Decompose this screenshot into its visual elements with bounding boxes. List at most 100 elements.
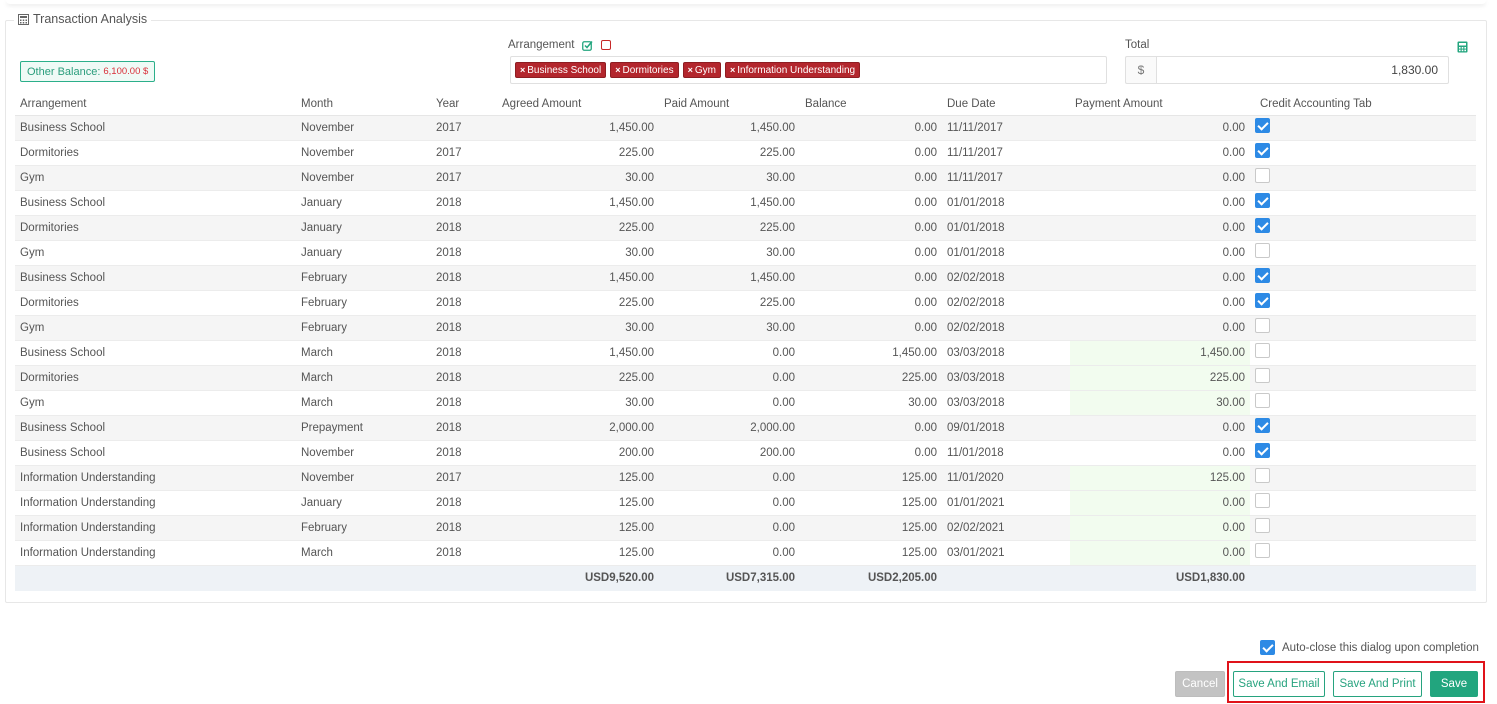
credit-accounting-checkbox[interactable] xyxy=(1255,243,1270,258)
col-month[interactable]: Month xyxy=(296,90,431,116)
cell-credit-accounting-tab xyxy=(1250,365,1476,391)
table-row: Dormitories November 2017 225.00 225.00 0.00 1… xyxy=(15,140,1476,166)
remove-tag-icon[interactable]: × xyxy=(520,65,525,75)
cell-due-date: 02/02/2018 xyxy=(942,265,1070,291)
col-paid-amount[interactable]: Paid Amount xyxy=(659,90,800,116)
cell-payment-amount[interactable]: 1,450.00 xyxy=(1070,340,1250,366)
cell-month: March xyxy=(296,365,431,391)
cell-agreed-amount: 225.00 xyxy=(497,290,659,316)
cell-paid-amount: 225.00 xyxy=(659,290,800,316)
save-and-print-button[interactable]: Save And Print xyxy=(1333,671,1422,697)
cell-payment-amount[interactable]: 30.00 xyxy=(1070,390,1250,416)
col-arrangement[interactable]: Arrangement xyxy=(15,90,296,116)
select-all-icon[interactable] xyxy=(582,40,594,51)
cell-year: 2018 xyxy=(431,290,497,316)
panel-title-text: Transaction Analysis xyxy=(33,12,148,26)
col-balance[interactable]: Balance xyxy=(800,90,942,116)
credit-accounting-checkbox[interactable] xyxy=(1255,318,1270,333)
cell-year: 2018 xyxy=(431,415,497,441)
arrangement-tag[interactable]: × Dormitories xyxy=(610,62,679,78)
cell-payment-amount[interactable]: 0.00 xyxy=(1070,490,1250,516)
cell-payment-amount[interactable]: 125.00 xyxy=(1070,465,1250,491)
credit-accounting-checkbox[interactable] xyxy=(1255,218,1270,233)
cell-arrangement: Gym xyxy=(15,240,296,266)
table-row: Gym February 2018 30.00 30.00 0.00 02/02/2018 0… xyxy=(15,315,1476,341)
arrangement-tag[interactable]: × Gym xyxy=(682,62,721,78)
arrangement-tag[interactable]: × Business School xyxy=(515,62,607,78)
save-and-email-button[interactable]: Save And Email xyxy=(1233,671,1325,697)
cell-balance: 0.00 xyxy=(800,265,942,291)
cell-year: 2018 xyxy=(431,390,497,416)
remove-tag-icon[interactable]: × xyxy=(615,65,620,75)
credit-accounting-checkbox[interactable] xyxy=(1255,493,1270,508)
col-credit-accounting-tab[interactable]: Credit Accounting Tab xyxy=(1250,90,1476,116)
save-button[interactable]: Save xyxy=(1430,671,1478,697)
arrangement-tags-input[interactable]: × Business School × Dormitories × Gym × Informa… xyxy=(510,56,1107,84)
cancel-button[interactable]: Cancel xyxy=(1175,671,1225,697)
remove-tag-icon[interactable]: × xyxy=(688,65,693,75)
deselect-all-icon[interactable] xyxy=(601,40,612,50)
cell-payment-amount: 0.00 xyxy=(1070,140,1250,166)
cell-arrangement: Dormitories xyxy=(15,365,296,391)
arrangement-tag[interactable]: × Information Understanding xyxy=(724,62,861,78)
cell-month: February xyxy=(296,290,431,316)
arrangement-tag-label: Information Understanding xyxy=(737,64,856,76)
credit-accounting-checkbox[interactable] xyxy=(1255,143,1270,158)
total-input[interactable] xyxy=(1156,56,1449,84)
cell-month: Prepayment xyxy=(296,415,431,441)
total-paid-amount: USD7,315.00 xyxy=(659,565,800,591)
cell-month: November xyxy=(296,115,431,141)
cell-balance: 125.00 xyxy=(800,490,942,516)
credit-accounting-checkbox[interactable] xyxy=(1255,193,1270,208)
totals-empty-cell xyxy=(296,565,431,591)
credit-accounting-checkbox[interactable] xyxy=(1255,393,1270,408)
col-agreed-amount[interactable]: Agreed Amount xyxy=(497,90,659,116)
cell-credit-accounting-tab xyxy=(1250,140,1476,166)
cell-balance: 0.00 xyxy=(800,115,942,141)
totals-empty-cell xyxy=(15,565,296,591)
credit-accounting-checkbox[interactable] xyxy=(1255,368,1270,383)
cell-credit-accounting-tab xyxy=(1250,190,1476,216)
cell-payment-amount[interactable]: 0.00 xyxy=(1070,540,1250,566)
cell-paid-amount: 0.00 xyxy=(659,465,800,491)
other-balance-badge: Other Balance: 6,100.00 $ xyxy=(20,61,156,82)
credit-accounting-checkbox[interactable] xyxy=(1255,468,1270,483)
calculator-icon[interactable] xyxy=(1457,41,1468,53)
table-row: Information Understanding March 2018 125.00… xyxy=(15,540,1476,566)
credit-accounting-checkbox[interactable] xyxy=(1255,168,1270,183)
credit-accounting-checkbox[interactable] xyxy=(1255,543,1270,558)
col-year[interactable]: Year xyxy=(431,90,497,116)
cell-arrangement: Business School xyxy=(15,440,296,466)
credit-accounting-checkbox[interactable] xyxy=(1255,268,1270,283)
cell-due-date: 03/03/2018 xyxy=(942,365,1070,391)
col-payment-amount[interactable]: Payment Amount xyxy=(1070,90,1250,116)
cell-credit-accounting-tab xyxy=(1250,315,1476,341)
cell-year: 2018 xyxy=(431,190,497,216)
table-header-row: Arrangement Month Year Agreed Amount Pai… xyxy=(15,90,1476,116)
credit-accounting-checkbox[interactable] xyxy=(1255,518,1270,533)
cell-month: January xyxy=(296,190,431,216)
cell-due-date: 03/01/2021 xyxy=(942,540,1070,566)
cell-arrangement: Gym xyxy=(15,165,296,191)
credit-accounting-checkbox[interactable] xyxy=(1255,443,1270,458)
cell-payment-amount[interactable]: 225.00 xyxy=(1070,365,1250,391)
credit-accounting-checkbox[interactable] xyxy=(1255,118,1270,133)
cell-payment-amount[interactable]: 0.00 xyxy=(1070,515,1250,541)
remove-tag-icon[interactable]: × xyxy=(730,65,735,75)
autoclose-checkbox[interactable] xyxy=(1260,640,1275,655)
totals-empty-cell xyxy=(942,565,1070,591)
cell-year: 2017 xyxy=(431,115,497,141)
cell-month: November xyxy=(296,165,431,191)
cell-month: March xyxy=(296,390,431,416)
table-row: Business School Prepayment 2018 2,000.00 2,0… xyxy=(15,415,1476,441)
cell-balance: 0.00 xyxy=(800,240,942,266)
credit-accounting-checkbox[interactable] xyxy=(1255,293,1270,308)
table-row: Dormitories March 2018 225.00 0.00 225.00 03/0… xyxy=(15,365,1476,391)
col-due-date[interactable]: Due Date xyxy=(942,90,1070,116)
credit-accounting-checkbox[interactable] xyxy=(1255,418,1270,433)
credit-accounting-checkbox[interactable] xyxy=(1255,343,1270,358)
cell-balance: 1,450.00 xyxy=(800,340,942,366)
cell-balance: 125.00 xyxy=(800,540,942,566)
cell-credit-accounting-tab xyxy=(1250,115,1476,141)
cell-credit-accounting-tab xyxy=(1250,265,1476,291)
